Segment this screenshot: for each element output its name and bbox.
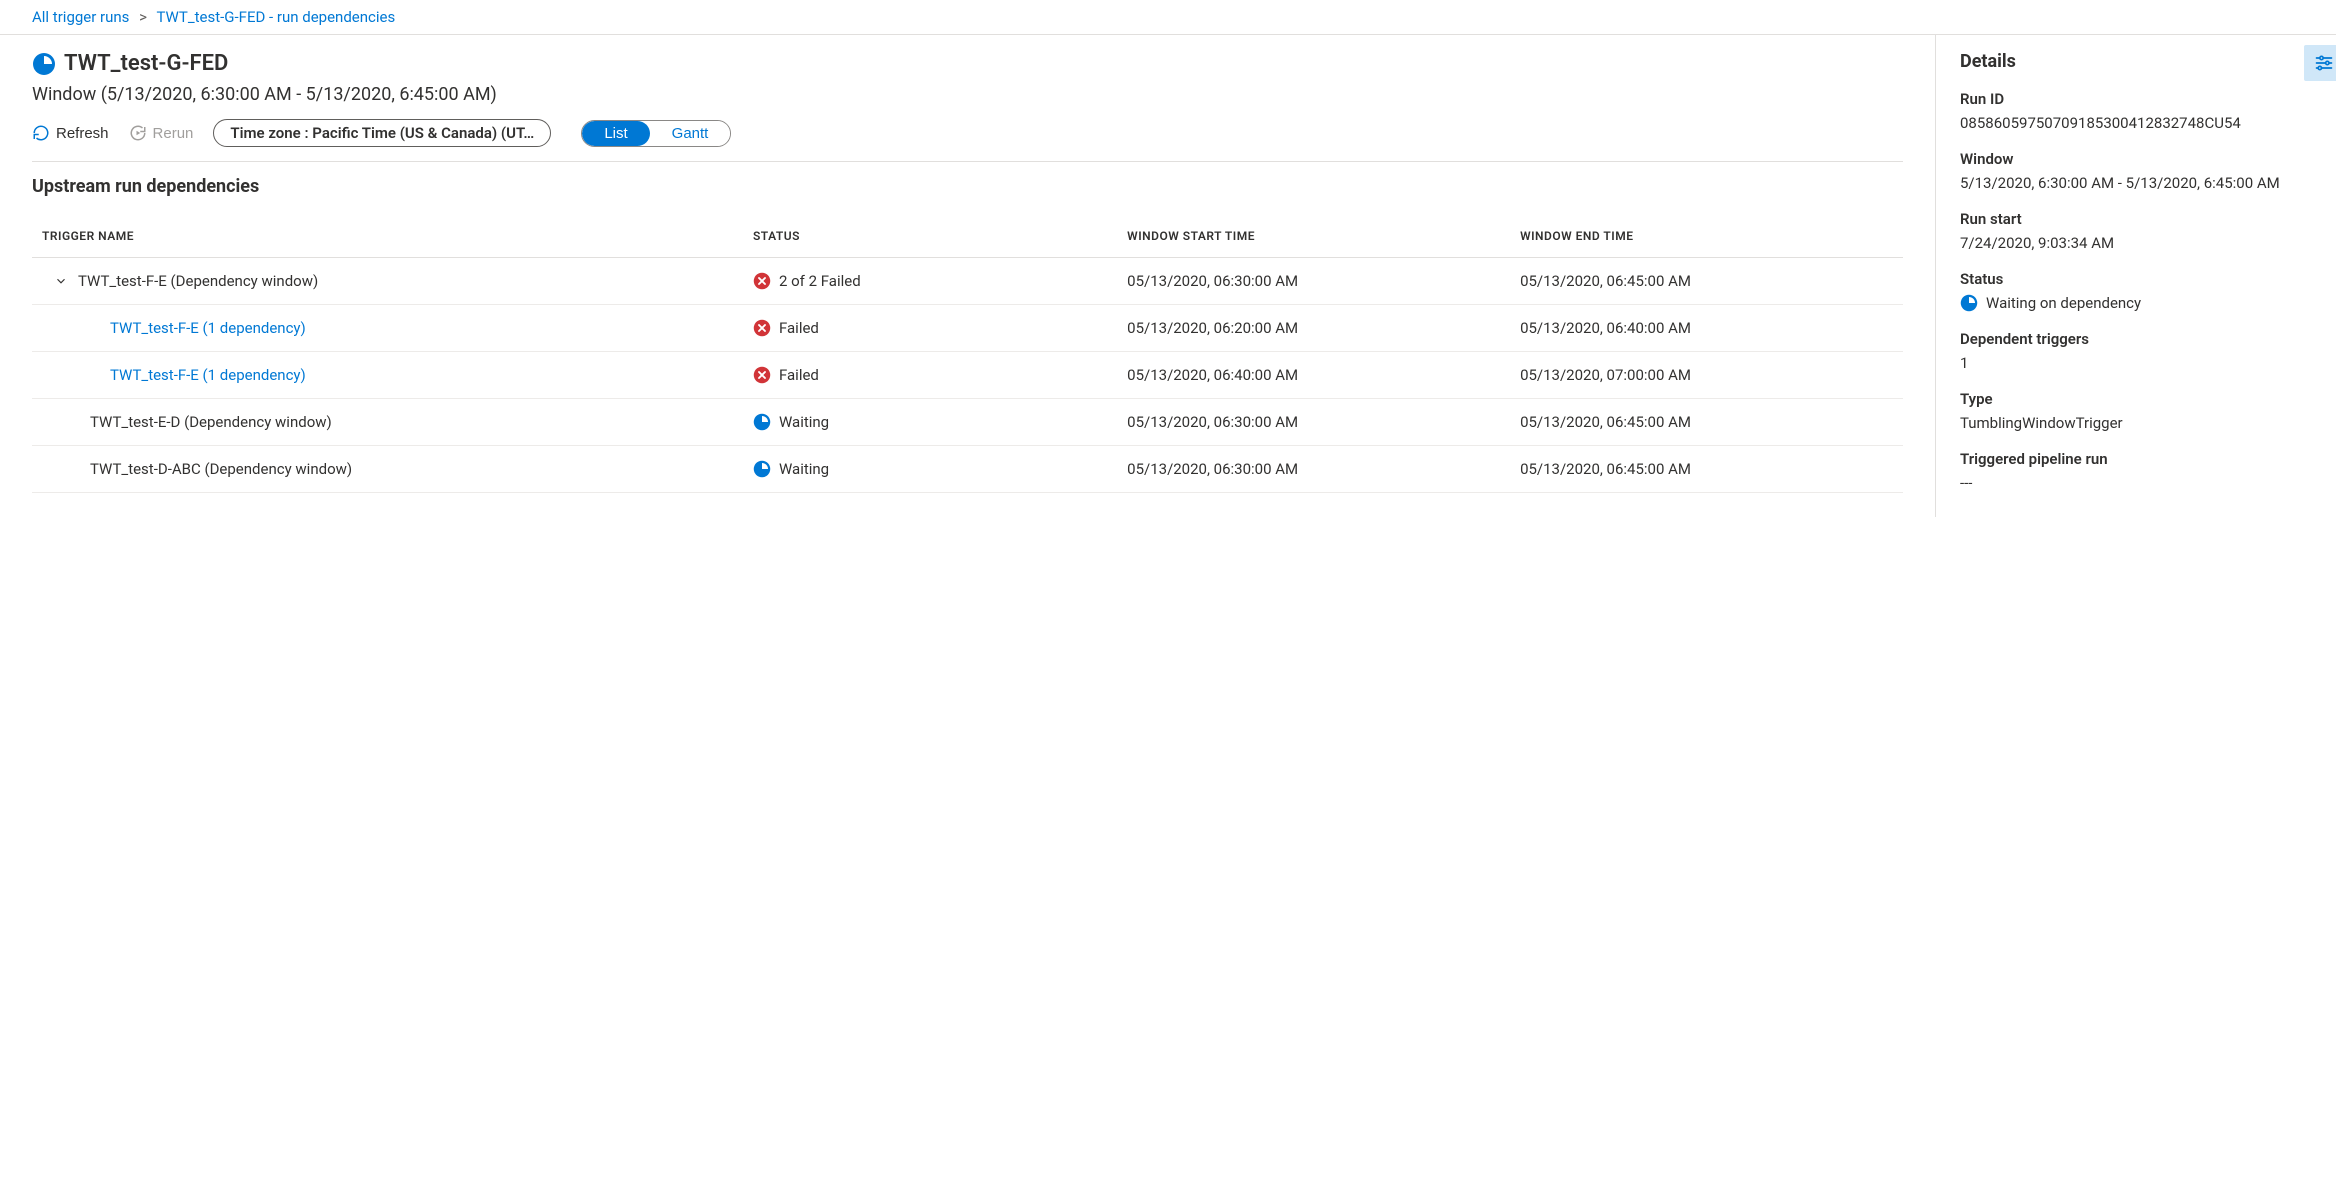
window-start: 05/13/2020, 06:40:00 AM [1117,352,1510,399]
col-header-trigger[interactable]: TRIGGER NAME [32,215,743,258]
detail-label-window: Window [1960,150,2312,168]
toolbar: Refresh Rerun Time zone : Pacific Time (… [32,119,1903,162]
detail-value-deptriggers: 1 [1960,354,2312,372]
window-end: 05/13/2020, 06:45:00 AM [1510,399,1903,446]
clock-icon [32,52,56,76]
page-title: TWT_test-G-FED [64,51,228,76]
clock-icon [753,460,771,478]
detail-value-status: Waiting on dependency [1986,294,2141,312]
status-text: Waiting [779,413,829,431]
col-header-end[interactable]: WINDOW END TIME [1510,215,1903,258]
details-title: Details [1960,51,2312,72]
window-end: 05/13/2020, 06:40:00 AM [1510,305,1903,352]
chevron-down-icon[interactable] [54,274,68,288]
detail-value-runstart: 7/24/2020, 9:03:34 AM [1960,234,2312,252]
rerun-button: Rerun [129,124,194,142]
detail-value-pipeline: --- [1960,474,2312,492]
view-list-button[interactable]: List [582,121,649,146]
detail-label-status: Status [1960,270,2312,288]
window-end: 05/13/2020, 06:45:00 AM [1510,258,1903,305]
window-end: 05/13/2020, 07:00:00 AM [1510,352,1903,399]
table-row[interactable]: TWT_test-F-E (1 dependency) Failed 05/13… [32,352,1903,399]
fail-icon [753,272,771,290]
trigger-name: TWT_test-D-ABC (Dependency window) [90,460,352,478]
window-end: 05/13/2020, 06:45:00 AM [1510,446,1903,493]
rerun-icon [129,124,147,142]
refresh-label: Refresh [56,125,109,142]
status-text: Failed [779,366,819,384]
breadcrumb-current[interactable]: TWT_test-G-FED - run dependencies [156,8,395,26]
breadcrumb: All trigger runs > TWT_test-G-FED - run … [0,0,2336,35]
detail-value-window: 5/13/2020, 6:30:00 AM - 5/13/2020, 6:45:… [1960,174,2312,192]
clock-icon [753,413,771,431]
detail-label-runid: Run ID [1960,90,2312,108]
trigger-name: TWT_test-F-E (Dependency window) [78,272,318,290]
detail-label-pipeline: Triggered pipeline run [1960,450,2312,468]
col-header-status[interactable]: STATUS [743,215,1117,258]
view-toggle: List Gantt [581,120,731,147]
refresh-icon [32,124,50,142]
dependencies-table: TRIGGER NAME STATUS WINDOW START TIME WI… [32,215,1903,493]
window-start: 05/13/2020, 06:30:00 AM [1117,446,1510,493]
trigger-name: TWT_test-E-D (Dependency window) [90,413,332,431]
filter-button[interactable] [2304,45,2336,81]
detail-value-runid: 08586059750709185300412832748CU54 [1960,114,2312,132]
fail-icon [753,319,771,337]
breadcrumb-separator: > [139,8,147,26]
detail-value-type: TumblingWindowTrigger [1960,414,2312,432]
refresh-button[interactable]: Refresh [32,124,109,142]
detail-label-type: Type [1960,390,2312,408]
table-row[interactable]: TWT_test-D-ABC (Dependency window) Waiti… [32,446,1903,493]
table-row[interactable]: TWT_test-F-E (Dependency window) 2 of 2 … [32,258,1903,305]
window-subtitle: Window (5/13/2020, 6:30:00 AM - 5/13/202… [32,84,1903,105]
status-text: Failed [779,319,819,337]
main-content: TWT_test-G-FED Window (5/13/2020, 6:30:0… [0,35,1936,517]
detail-label-runstart: Run start [1960,210,2312,228]
window-start: 05/13/2020, 06:20:00 AM [1117,305,1510,352]
trigger-name-link[interactable]: TWT_test-F-E (1 dependency) [110,319,306,337]
detail-label-deptriggers: Dependent triggers [1960,330,2312,348]
details-panel: Details Run ID 0858605975070918530041283… [1936,35,2336,517]
window-start: 05/13/2020, 06:30:00 AM [1117,399,1510,446]
breadcrumb-root-link[interactable]: All trigger runs [32,8,129,26]
table-row[interactable]: TWT_test-F-E (1 dependency) Failed 05/13… [32,305,1903,352]
status-text: Waiting [779,460,829,478]
view-gantt-button[interactable]: Gantt [650,121,731,146]
trigger-name-link[interactable]: TWT_test-F-E (1 dependency) [110,366,306,384]
window-start: 05/13/2020, 06:30:00 AM [1117,258,1510,305]
sliders-icon [2314,53,2334,73]
clock-icon [1960,294,1978,312]
timezone-selector[interactable]: Time zone : Pacific Time (US & Canada) (… [213,119,551,147]
table-row[interactable]: TWT_test-E-D (Dependency window) Waiting… [32,399,1903,446]
section-header: Upstream run dependencies [32,176,1903,197]
rerun-label: Rerun [153,125,194,142]
col-header-start[interactable]: WINDOW START TIME [1117,215,1510,258]
status-text: 2 of 2 Failed [779,272,861,290]
fail-icon [753,366,771,384]
